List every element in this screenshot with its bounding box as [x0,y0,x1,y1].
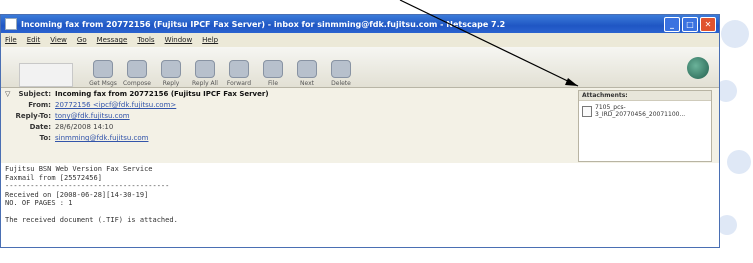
menu-go[interactable]: Go [77,36,87,44]
file-icon [263,60,283,78]
reply-button[interactable]: Reply [155,49,187,87]
forward-button[interactable]: Forward [223,49,255,87]
subject-value: Incoming fax from 20772156 (Fujitsu IPCF… [55,90,269,98]
delete-button[interactable]: Delete [325,49,357,87]
body-line: Fujitsu BSN Web Version Fax Service [5,165,153,173]
menu-help[interactable]: Help [202,36,218,44]
date-value: 28/6/2008 14:10 [55,123,114,131]
menu-view[interactable]: View [50,36,67,44]
forward-icon [229,60,249,78]
reply-to-value[interactable]: tony@fdk.fujitsu.com [55,112,130,122]
next-icon [297,60,317,78]
reply-all-button[interactable]: Reply All [189,49,221,87]
close-button[interactable]: ✕ [700,16,716,32]
to-label: To: [39,134,51,142]
window-title: Incoming fax from 20772156 (Fujitsu IPCF… [21,19,506,29]
reply-icon [161,60,181,78]
file-button[interactable]: File [257,49,289,87]
subject-label: Subject: [18,90,51,98]
menu-bar: File Edit View Go Message Tools Window H… [1,33,719,47]
attachments-pane: Attachments: 7105_pcs-3_IRD_20770456_200… [578,90,712,162]
body-line [5,208,715,217]
title-bar[interactable]: Incoming fax from 20772156 (Fujitsu IPCF… [1,15,719,33]
mail-logo [19,57,77,87]
body-line: The received document (.TIF) is attached… [5,216,178,224]
message-body: Fujitsu BSN Web Version Fax Service Faxm… [1,163,719,247]
menu-window[interactable]: Window [165,36,193,44]
delete-icon [331,60,351,78]
maximize-button[interactable]: □ [682,16,698,32]
body-line: Received on [2008-06-28][14-30-19] [5,190,149,199]
document-icon [582,105,592,117]
throbber-icon [687,57,709,79]
menu-file[interactable]: File [5,36,17,44]
reply-to-label: Reply-To: [15,112,51,120]
date-label: Date: [29,123,51,131]
attachment-item[interactable]: 7105_pcs-3_IRD_20770456_20071100... [579,101,711,121]
toolbar: Get Msgs Compose Reply Reply All Forward… [1,47,719,88]
body-line: --------------------------------------- [5,182,170,190]
compose-icon [127,60,147,78]
mail-window: Incoming fax from 20772156 (Fujitsu IPCF… [0,14,720,248]
body-line: NO. OF PAGES : 1 [5,199,73,207]
reply-all-icon [195,60,215,78]
get-msgs-button[interactable]: Get Msgs [87,49,119,87]
compose-button[interactable]: Compose [121,49,153,87]
get-msgs-icon [93,60,113,78]
body-line: Faxmail from [25572456] [5,173,102,182]
attachment-filename: 7105_pcs-3_IRD_20770456_20071100... [595,104,686,118]
next-button[interactable]: Next [291,49,323,87]
to-value[interactable]: sinmming@fdk.fujitsu.com [55,134,148,144]
from-value[interactable]: 20772156 <ipcf@fdk.fujitsu.com> [55,101,176,111]
menu-message[interactable]: Message [97,36,128,44]
message-header: ▽ Subject: Incoming fax from 20772156 (F… [1,88,719,164]
from-label: From: [28,101,51,109]
app-icon [5,18,17,30]
menu-tools[interactable]: Tools [137,36,154,44]
attachments-title: Attachments: [579,91,711,101]
menu-edit[interactable]: Edit [27,36,41,44]
minimize-button[interactable]: _ [664,16,680,32]
